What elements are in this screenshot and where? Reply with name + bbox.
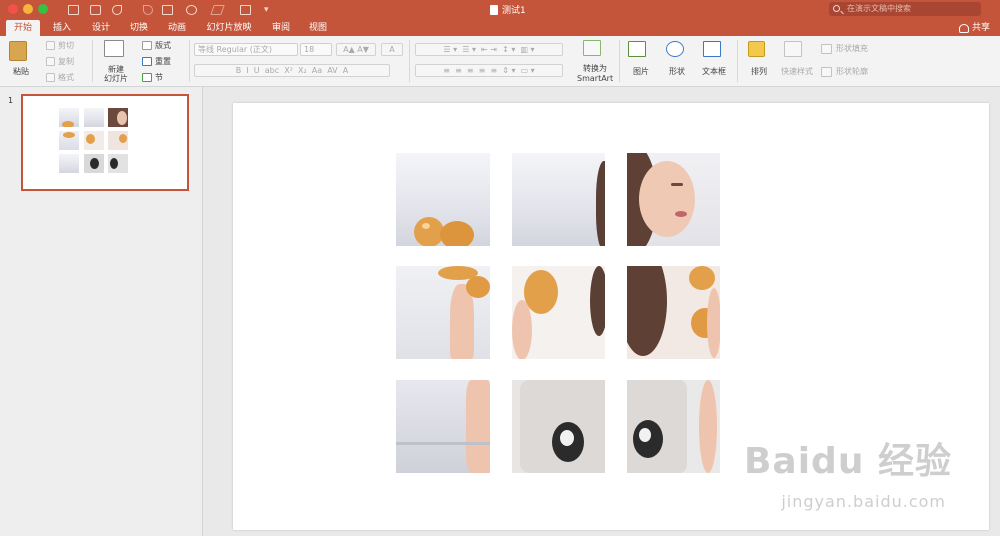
textbox-icon[interactable] [703,41,721,57]
arrange-button[interactable]: 排列 [751,66,767,77]
search-input[interactable]: 在演示文稿中搜索 [829,2,981,16]
tab-review[interactable]: 审阅 [266,20,296,36]
paste-button[interactable]: 粘贴 [13,66,29,77]
tab-transitions[interactable]: 切换 [122,20,156,36]
layout-button[interactable]: 版式 [142,40,171,51]
slideshow-icon[interactable] [240,3,251,16]
edit-icon[interactable] [162,3,173,16]
ribbon-tabs: 开始 插入 设计 切换 动画 幻灯片放映 审阅 视图 共享 [0,19,1000,36]
divider [619,40,620,82]
grow-shrink-font-button[interactable]: A▲ A▼ [336,43,376,56]
divider [737,40,738,82]
zoom-window-button[interactable] [38,4,48,14]
layout-icon [142,41,152,50]
section-button[interactable]: 节 [142,72,163,83]
shape-outline-button[interactable]: 形状轮廓 [821,66,868,77]
ribbon: 粘贴 剪切 复制 格式 新建 幻灯片 版式 重置 节 等线 Regular (正… [0,36,1000,87]
save-icon[interactable] [90,3,101,16]
document-title: 测试1 [490,3,526,16]
tab-slideshow[interactable]: 幻灯片放映 [200,20,258,36]
new-slide-button[interactable]: 新建 幻灯片 [104,65,130,83]
picture-button[interactable]: 图片 [633,66,649,77]
close-window-button[interactable] [8,4,18,14]
shape-fill-button[interactable]: 形状填充 [821,43,868,54]
image-tile[interactable] [512,380,605,473]
divider [409,40,410,82]
search-icon [833,5,840,12]
share-person-icon [958,23,969,33]
picture-icon[interactable] [628,41,646,57]
tab-view[interactable]: 视图 [303,20,333,36]
new-slide-icon[interactable] [104,40,124,57]
arrange-icon[interactable] [748,41,765,57]
divider [189,40,190,82]
reset-icon [142,57,152,66]
image-tile[interactable] [627,380,720,473]
document-icon [490,4,498,15]
tab-design[interactable]: 设计 [84,20,118,36]
tab-insert[interactable]: 插入 [45,20,79,36]
tab-home[interactable]: 开始 [6,20,40,36]
quick-styles-icon[interactable] [784,41,802,57]
undo-icon[interactable] [112,3,122,16]
thumb-tile [108,154,128,173]
shapes-button[interactable]: 形状 [669,66,685,77]
thumb-tile [108,131,128,150]
quick-styles-button[interactable]: 快速样式 [781,66,813,77]
list-indent-toolbar[interactable]: ☰ ▾ ☰ ▾ ⇤ ⇥ ↕ ▾ ▥ ▾ [415,43,563,56]
image-tile[interactable] [396,380,490,473]
font-size-select[interactable]: 18 [300,43,332,56]
shapes-quick-icon[interactable] [186,3,197,16]
redo-icon[interactable] [143,3,153,16]
customize-toolbar-icon[interactable]: ▾ [264,3,269,16]
copy-button[interactable]: 复制 [46,56,74,67]
image-tile[interactable] [396,153,490,246]
thumb-tile [59,131,79,150]
image-tile[interactable] [512,153,605,246]
title-bar: ▾ 测试1 在演示文稿中搜索 [0,0,1000,19]
thumb-tile [59,108,79,127]
convert-smartart-button[interactable]: 转换为 SmartArt [577,63,613,83]
share-button[interactable]: 共享 [958,20,990,36]
font-name-select[interactable]: 等线 Regular (正文) [194,43,298,56]
cut-button[interactable]: 剪切 [46,40,74,51]
image-tile[interactable] [627,266,720,359]
thumb-tile [108,108,128,127]
textbox-button[interactable]: 文本框 [702,66,726,77]
tab-animations[interactable]: 动画 [160,20,194,36]
slide-thumbnail[interactable] [21,94,189,191]
slide-thumbnail-pane: 1 [0,87,203,536]
slide-number: 1 [8,96,14,105]
reset-button[interactable]: 重置 [142,56,171,67]
paint-bucket-icon [821,43,832,54]
thumb-tile [84,108,104,127]
copy-icon [46,57,55,66]
baidu-watermark: Baidu 经验 [743,441,952,482]
shapes-icon[interactable] [666,41,684,57]
sidebar-toggle-icon[interactable] [68,3,79,16]
thumb-tile [84,154,104,173]
divider [92,40,93,82]
image-tile[interactable] [396,266,490,359]
clear-format-button[interactable]: A [381,43,403,56]
scissors-icon [46,41,55,50]
font-style-toolbar[interactable]: B I U abc X² X₂ Aa AV A [194,64,390,77]
baidu-watermark-url: jingyan.baidu.com [781,492,946,511]
brush-icon [46,73,55,82]
smartart-icon[interactable] [583,40,601,56]
image-tile[interactable] [627,153,720,246]
paste-icon[interactable] [9,41,27,61]
image-tile[interactable] [512,266,605,359]
minimize-window-button[interactable] [23,4,33,14]
alignment-toolbar[interactable]: ≡ ≡ ≡ ≡ ≡ ⇕ ▾ ▭ ▾ [415,64,563,77]
thumb-tile [84,131,104,150]
thumb-tile [59,154,79,173]
pen-outline-icon [821,66,832,77]
pen-icon[interactable] [210,3,225,16]
format-painter-button[interactable]: 格式 [46,72,74,83]
section-icon [142,73,152,82]
